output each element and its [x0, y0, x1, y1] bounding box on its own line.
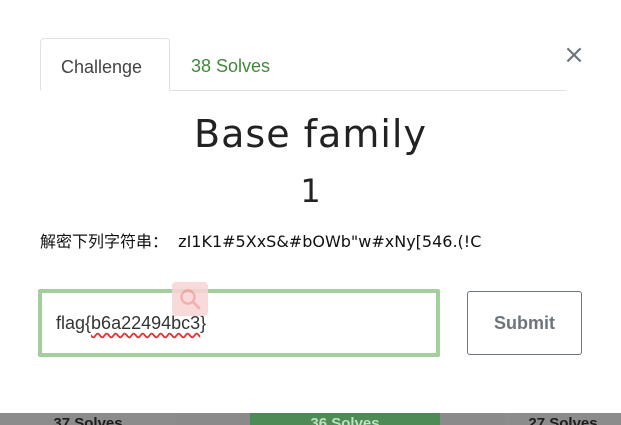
submit-button[interactable]: Submit	[467, 291, 582, 355]
flag-input-prefix: flag{	[56, 313, 92, 333]
challenge-value: 1	[300, 172, 321, 210]
challenge-name: Base family	[194, 112, 427, 156]
challenge-description: 解密下列字符串： zI1K1#5XxS&#bOWb"w#xNy[546.(!C	[40, 232, 482, 251]
modal-tabs: Challenge 38 Solves	[40, 38, 566, 91]
flag-input-body: b6a22494bc3	[91, 313, 201, 333]
challenge-page: 37 Solves 36 Solves 27 Solves Challenge …	[0, 0, 621, 425]
bg-challenge-card-2[interactable]: 36 Solves	[250, 413, 440, 425]
tab-challenge[interactable]: Challenge	[40, 38, 170, 91]
close-icon[interactable]: ×	[563, 42, 585, 68]
bg-challenge-card-3[interactable]: 27 Solves	[505, 413, 621, 425]
search-icon[interactable]	[172, 282, 208, 316]
flag-input[interactable]: flag{b6a22494bc3}	[38, 289, 440, 357]
challenge-modal: Challenge 38 Solves × Base family 1 解密下列…	[0, 0, 621, 413]
flag-input-suffix: }	[200, 313, 207, 333]
tab-solves[interactable]: 38 Solves	[171, 38, 290, 91]
bg-challenge-card-1[interactable]: 37 Solves	[0, 413, 176, 425]
